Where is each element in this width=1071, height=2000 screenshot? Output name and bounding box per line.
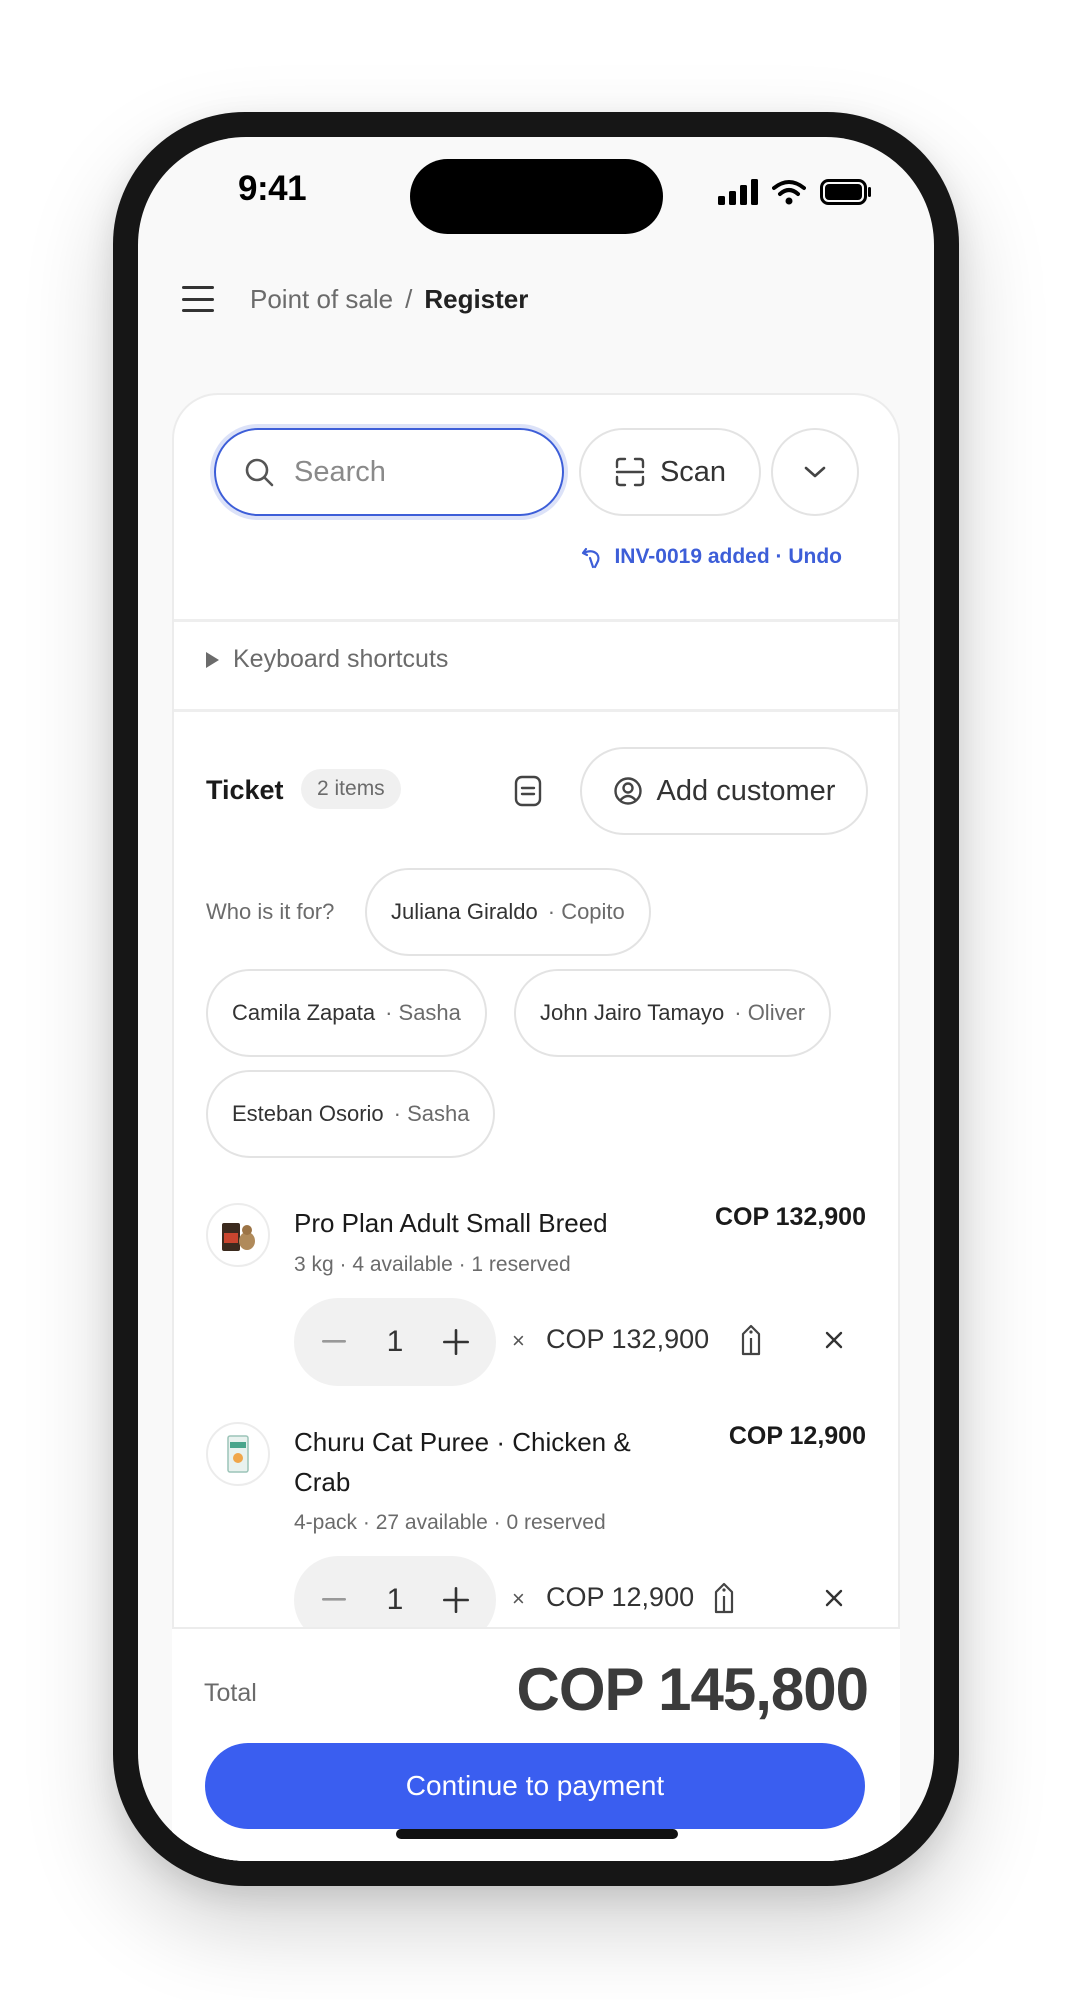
scan-button-label: Scan (659, 455, 727, 488)
scan-icon (615, 457, 645, 487)
screen: 9:41 Point of sale / Register Search Sca… (138, 137, 934, 1861)
cat-treat-pack-icon (227, 1435, 249, 1473)
unit-price[interactable]: COP 12,900 (546, 1582, 694, 1613)
breadcrumb-separator: / (405, 283, 413, 314)
close-icon (825, 1331, 843, 1349)
decrement-button[interactable] (312, 1578, 356, 1622)
undo-toast-text[interactable]: INV-0019 added · Undo (614, 545, 842, 569)
customer-name: Juliana Giraldo (391, 899, 538, 924)
line-item: Churu Cat Puree · Chicken & Crab COP 12,… (206, 1422, 866, 1652)
breadcrumb-parent[interactable]: Point of sale (250, 284, 393, 315)
customer-name: John Jairo Tamayo (540, 1000, 725, 1025)
decrement-button[interactable] (312, 1320, 356, 1364)
total-label: Total (204, 1679, 257, 1707)
product-name-line: Crab (294, 1467, 351, 1497)
search-input[interactable] (294, 455, 534, 489)
times-sign: × (512, 1586, 525, 1611)
add-customer-label: Add customer (656, 774, 836, 807)
chevron-down-icon (804, 466, 826, 478)
product-name: Churu Cat Puree · Chicken & Crab (294, 1422, 631, 1502)
price-tag-icon[interactable] (739, 1324, 763, 1356)
minus-icon (322, 1340, 346, 1343)
search-field[interactable] (214, 428, 564, 516)
scan-button[interactable]: Scan (579, 428, 761, 516)
customer-chip[interactable]: Juliana Giraldo · Copito (365, 868, 651, 956)
phone-frame: 9:41 Point of sale / Register Search Sca… (113, 112, 959, 1886)
wifi-icon (772, 180, 806, 205)
receipt-icon[interactable] (514, 775, 542, 807)
customer-prompt: Who is it for? (206, 899, 335, 924)
pet-name: · Sasha (385, 1000, 461, 1025)
quantity-stepper: 1 (294, 1298, 496, 1386)
items-count-badge: 2 items (301, 769, 401, 809)
divider (174, 709, 898, 712)
minus-icon (322, 1598, 346, 1601)
plus-icon (443, 1587, 469, 1613)
product-thumbnail (206, 1203, 270, 1267)
line-total: COP 132,900 (714, 1203, 866, 1231)
customer-chip[interactable]: Esteban Osorio · Sasha (206, 1070, 496, 1158)
price-tag-icon[interactable] (712, 1582, 736, 1614)
status-time: 9:41 (238, 169, 307, 208)
ticket-title: Ticket (206, 775, 284, 805)
keyboard-shortcuts-label: Keyboard shortcuts (233, 645, 449, 673)
customer-chip[interactable]: John Jairo Tamayo · Oliver (514, 969, 832, 1057)
product-meta: 3 kg · 4 available · 1 reserved (294, 1253, 571, 1276)
times-sign: × (512, 1328, 525, 1353)
undo-toast[interactable]: INV-0019 added · Undo (580, 545, 842, 569)
product-name: Pro Plan Adult Small Breed (294, 1208, 608, 1238)
remove-item-button[interactable] (814, 1578, 854, 1618)
customer-name: Camila Zapata (232, 1000, 376, 1025)
product-meta: 4-pack · 27 available · 0 reserved (294, 1511, 606, 1534)
home-indicator[interactable] (396, 1829, 678, 1839)
close-icon (825, 1589, 843, 1607)
quantity-value[interactable]: 1 (387, 1325, 404, 1359)
product-thumbnail (206, 1422, 270, 1486)
unit-price[interactable]: COP 132,900 (546, 1324, 709, 1355)
dynamic-island (410, 159, 663, 234)
checkout-footer: Total COP 145,800 Continue to payment (172, 1627, 900, 1861)
more-options-button[interactable] (771, 428, 859, 516)
battery-icon (820, 179, 871, 205)
total-value: COP 145,800 (516, 1656, 869, 1723)
line-total: COP 12,900 (728, 1422, 866, 1450)
increment-button[interactable] (434, 1320, 478, 1364)
ticket-header: Ticket 2 items Add customer (206, 747, 868, 835)
pet-name: · Oliver (734, 1000, 806, 1025)
disclosure-triangle-icon (206, 651, 219, 668)
pet-name: · Sasha (393, 1101, 470, 1126)
topbar: Point of sale / Register (182, 283, 528, 315)
pet-name: · Copito (547, 899, 625, 924)
search-icon (245, 458, 274, 487)
hamburger-menu-icon[interactable] (182, 283, 214, 315)
add-customer-button[interactable]: Add customer (580, 747, 868, 835)
increment-button[interactable] (434, 1578, 478, 1622)
quantity-value[interactable]: 1 (387, 1583, 404, 1617)
keyboard-shortcuts-toggle[interactable]: Keyboard shortcuts (206, 645, 448, 674)
signal-icon (718, 179, 758, 205)
line-item: Pro Plan Adult Small Breed COP 132,900 3… (206, 1203, 866, 1403)
continue-to-payment-button[interactable]: Continue to payment (205, 1743, 865, 1829)
remove-item-button[interactable] (814, 1320, 854, 1360)
dog-food-bag-icon (222, 1223, 255, 1251)
customer-chip[interactable]: Camila Zapata · Sasha (206, 969, 487, 1057)
user-circle-icon (613, 777, 642, 805)
undo-icon (582, 547, 601, 569)
divider (174, 619, 898, 622)
breadcrumb-current: Register (424, 283, 529, 314)
product-name-line: Churu Cat Puree · Chicken & (294, 1427, 631, 1457)
status-icons (718, 179, 872, 205)
plus-icon (443, 1329, 469, 1355)
customer-name: Esteban Osorio (232, 1101, 384, 1126)
